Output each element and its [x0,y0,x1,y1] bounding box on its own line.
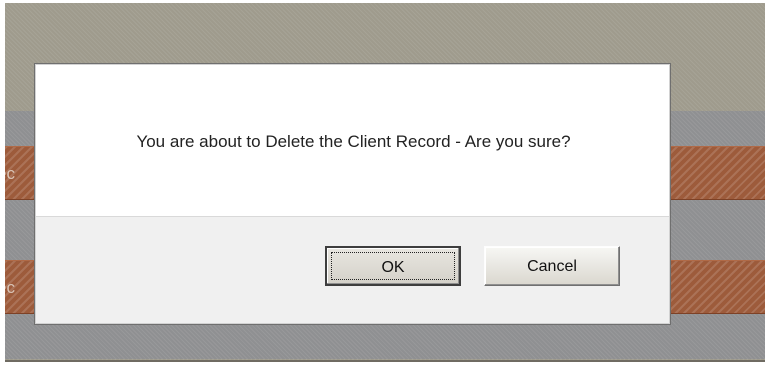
ok-button[interactable]: OK [325,246,461,286]
dialog-button-bar: OK Cancel [36,216,669,323]
delete-confirmation-dialog: You are about to Delete the Client Recor… [34,63,671,325]
record-text-fragment: ec [5,164,15,183]
confirmation-message: You are about to Delete the Client Recor… [136,132,571,151]
cancel-button[interactable]: Cancel [484,246,620,286]
record-text-fragment: ec [5,278,15,297]
